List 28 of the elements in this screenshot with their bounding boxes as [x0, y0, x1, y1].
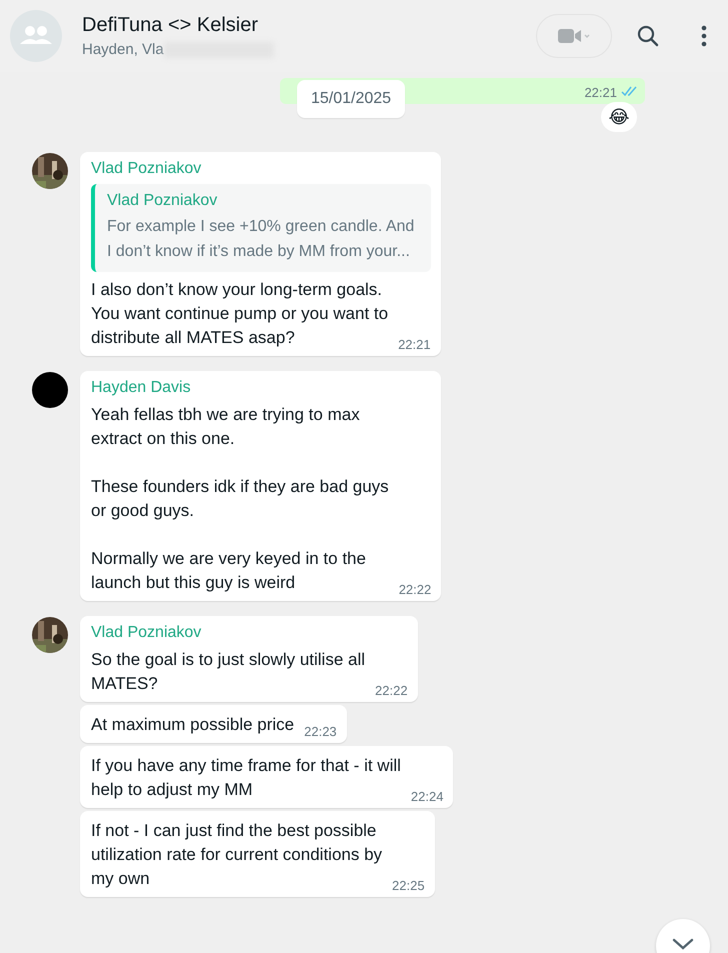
quoted-sender: Vlad Pozniakov: [107, 192, 218, 210]
chevron-down-icon: [672, 937, 694, 951]
message-time: 22:25: [392, 878, 425, 893]
quoted-message[interactable]: Vlad Pozniakov For example I see +10% green candle. And I don’t know if it’s made by MM from your...: [91, 184, 431, 272]
participants-text: Hayden, Vla: [82, 41, 164, 58]
sender-name[interactable]: Vlad Pozniakov: [91, 160, 202, 178]
message-time: 22:22: [398, 582, 432, 597]
date-chip: 15/01/2025: [297, 80, 406, 118]
avatar: [32, 372, 68, 408]
search-icon[interactable]: [636, 24, 660, 48]
message-time: 22:21: [398, 337, 431, 352]
quoted-text: For example I see +10% green candle. And I don’t know if it’s made by MM from your...: [107, 217, 416, 262]
message-time: 22:23: [304, 724, 337, 739]
message-time: 22:22: [375, 683, 408, 698]
message-text: At maximum possible price: [91, 714, 294, 736]
message-text: I also don’t know your long-term goals. You want continue pump or you want to distribute all MATES asap?: [91, 279, 388, 349]
message-text: If not - I can just find the best possible utilization rate for current conditions by my own: [91, 820, 382, 890]
chat-title[interactable]: DefiTuna <> Kelsier: [82, 14, 274, 37]
sender-name[interactable]: Vlad Pozniakov: [91, 624, 202, 642]
menu-icon[interactable]: [700, 24, 708, 48]
message-time: 22:21: [584, 84, 617, 100]
video-camera-icon: [557, 26, 591, 46]
sender-name[interactable]: Hayden Davis: [91, 379, 191, 397]
message-text: Yeah fellas tbh we are trying to max extract on this one. These founders idk if they are bad guys or good guys. Normally we are very keyed in to the launch but this guy is weird: [91, 404, 389, 594]
reaction-emoji[interactable]: 😂: [601, 102, 637, 132]
message-text: So the goal is to just slowly utilise all MATES?: [91, 649, 366, 695]
message-time: 22:24: [410, 789, 444, 804]
message-text: If you have any time frame for that - it will help to adjust my MM: [91, 755, 401, 801]
